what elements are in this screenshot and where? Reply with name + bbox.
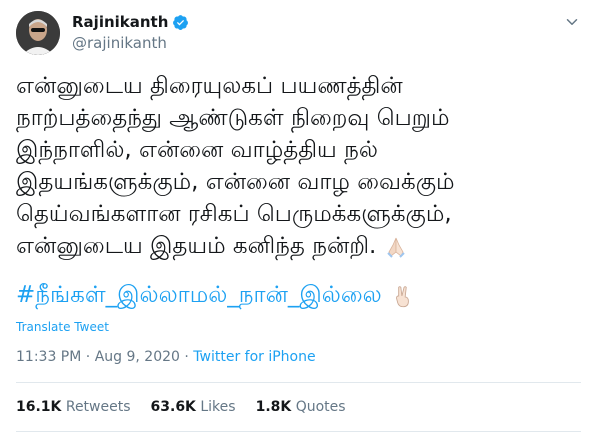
folded-hands-emoji-icon: [386, 237, 405, 258]
tweet-stats: 16.1K Retweets 63.6K Likes 1.8K Quotes: [16, 399, 366, 415]
tweet-date[interactable]: Aug 9, 2020: [95, 349, 180, 365]
likes-label: Likes: [200, 399, 236, 415]
hashtag-row: #நீங்கள்_இல்லாமல்_நான்_இல்லை: [16, 282, 416, 311]
victory-hand-emoji-icon: [395, 285, 409, 307]
quotes-label: Quotes: [295, 399, 346, 415]
tweet-line: இதயங்களுக்கும், என்னை வாழ வைக்கும்: [16, 169, 455, 195]
display-name[interactable]: Rajinikanth: [72, 13, 168, 31]
meta-separator: ·: [81, 349, 95, 365]
hashtag-link[interactable]: #நீங்கள்_இல்லாமல்_நான்_இல்லை: [16, 282, 382, 311]
quotes-stat[interactable]: 1.8K Quotes: [256, 399, 346, 415]
tweet-source-link[interactable]: Twitter for iPhone: [193, 349, 315, 365]
tweet-time[interactable]: 11:33 PM: [16, 349, 81, 365]
name-row: Rajinikanth: [72, 13, 189, 31]
tweet-line: என்னுடைய இதயம் கனிந்த நன்றி.: [16, 233, 377, 259]
divider: [16, 382, 581, 383]
tweet-line: என்னுடைய திரையுலகப் பயணத்தின்: [16, 73, 403, 99]
tweet-header: Rajinikanth @rajinikanth: [16, 11, 581, 55]
divider: [16, 431, 581, 432]
tweet-text: என்னுடைய திரையுலகப் பயணத்தின் நாற்பத்தைந…: [16, 70, 581, 262]
chevron-down-icon[interactable]: [563, 13, 581, 31]
likes-stat[interactable]: 63.6K Likes: [151, 399, 236, 415]
retweets-count: 16.1K: [16, 399, 62, 415]
quotes-count: 1.8K: [255, 399, 292, 415]
likes-count: 63.6K: [150, 399, 196, 415]
avatar[interactable]: [16, 11, 60, 55]
tweet-meta: 11:33 PM · Aug 9, 2020 · Twitter for iPh…: [16, 349, 316, 365]
meta-separator: ·: [179, 349, 194, 365]
retweets-label: Retweets: [65, 399, 131, 415]
retweets-stat[interactable]: 16.1K Retweets: [16, 399, 131, 415]
tweet-line: நாற்பத்தைந்து ஆண்டுகள் நிறைவு பெறும்: [16, 105, 450, 131]
tweet-line: தெய்வங்களான ரசிகப் பெருமக்களுக்கும்,: [16, 201, 452, 227]
avatar-image: [16, 11, 60, 55]
tweet-line: இந்நாளில், என்னை வாழ்த்திய நல்: [16, 137, 378, 163]
user-handle[interactable]: @rajinikanth: [72, 34, 167, 52]
verified-badge-icon: [173, 14, 189, 30]
translate-tweet-link[interactable]: Translate Tweet: [16, 320, 109, 334]
